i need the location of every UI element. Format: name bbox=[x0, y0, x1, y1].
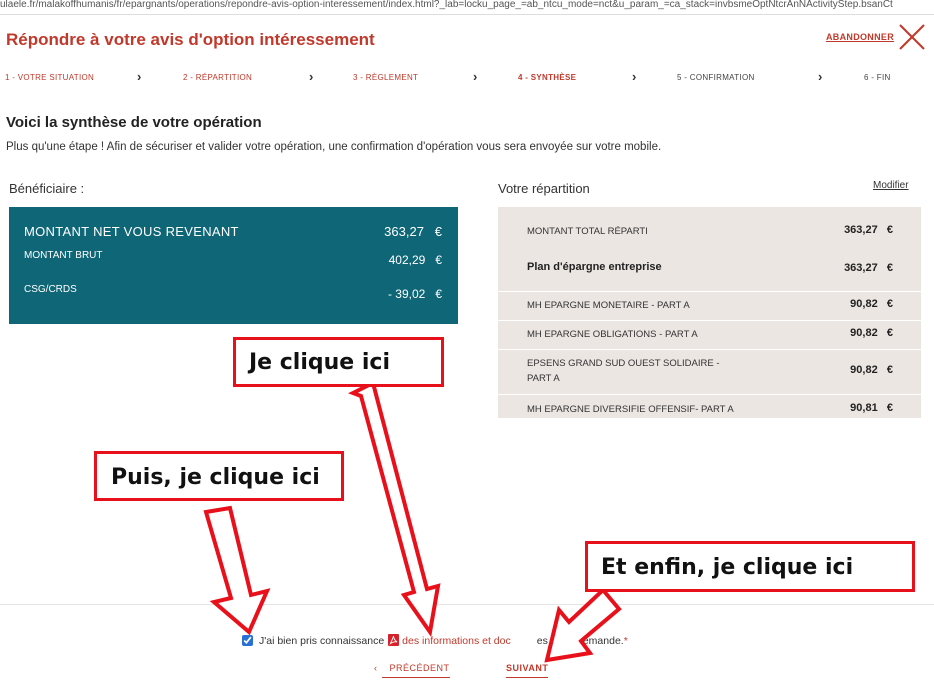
step-4: 4 - SYNTHÈSE bbox=[518, 73, 577, 82]
divider bbox=[0, 604, 934, 605]
repartition-label: Votre répartition bbox=[498, 181, 590, 196]
previous-button[interactable]: ‹ PRÉCÉDENT bbox=[374, 663, 450, 678]
plan-value: 363,27 € bbox=[844, 262, 893, 274]
fund-name: MH EPARGNE MONETAIRE - PART A bbox=[527, 300, 690, 311]
step-2: 2 - RÉPARTITION bbox=[183, 73, 253, 82]
callout-second: Puis, je clique ici bbox=[94, 451, 344, 501]
consent-text: J'ai bien pris connaissance bbox=[259, 635, 385, 647]
arrow-to-checkbox bbox=[203, 505, 271, 636]
fund-name: MH EPARGNE OBLIGATIONS - PART A bbox=[527, 329, 698, 340]
arrow-to-documents-link bbox=[348, 380, 441, 638]
fund-amount: 90,82 € bbox=[850, 364, 893, 376]
fund-name: EPSENS GRAND SUD OUEST SOLIDAIRE - bbox=[527, 358, 720, 369]
stepper: 1 - VOTRE SITUATION › 2 - RÉPARTITION › … bbox=[0, 69, 934, 85]
beneficiary-label: Bénéficiaire : bbox=[9, 181, 85, 196]
gross-amount-label: MONTANT BRUT bbox=[24, 250, 103, 261]
fund-name: MH EPARGNE DIVERSIFIE OFFENSIF- PART A bbox=[527, 404, 734, 415]
repartition-panel: MONTANT TOTAL RÉPARTI 363,27 € Plan d'ép… bbox=[498, 207, 921, 418]
callout-third: Et enfin, je clique ici bbox=[585, 541, 915, 592]
page-title: Répondre à votre avis d'option intéresse… bbox=[6, 30, 375, 49]
chevron-left-icon: ‹ bbox=[374, 663, 378, 673]
step-5: 5 - CONFIRMATION bbox=[677, 73, 755, 82]
chevron-right-icon: › bbox=[137, 69, 142, 84]
chevron-right-icon: › bbox=[632, 69, 637, 84]
csg-label: CSG/CRDS bbox=[24, 284, 77, 295]
section-heading: Voici la synthèse de votre opération bbox=[6, 114, 262, 131]
chevron-right-icon: › bbox=[818, 69, 823, 84]
divider bbox=[0, 14, 934, 15]
net-amount-label: MONTANT NET VOUS REVENANT bbox=[24, 224, 239, 239]
divider bbox=[498, 320, 921, 321]
consent-row: J'ai bien pris connaissance des informat… bbox=[242, 634, 628, 647]
divider bbox=[498, 394, 921, 395]
step-6: 6 - FIN bbox=[864, 73, 891, 82]
beneficiary-panel: MONTANT NET VOUS REVENANT 363,27 € MONTA… bbox=[9, 207, 458, 324]
fund-amount: 90,82 € bbox=[850, 327, 893, 339]
arrow-to-next-button bbox=[544, 587, 622, 663]
csg-value: - 39,02 € bbox=[387, 287, 442, 301]
plan-label: Plan d'épargne entreprise bbox=[527, 261, 662, 273]
close-icon[interactable] bbox=[897, 22, 927, 52]
documents-link[interactable]: des informations et doc bbox=[402, 635, 511, 647]
net-amount-value: 363,27 € bbox=[384, 224, 442, 239]
consent-checkbox[interactable] bbox=[242, 635, 253, 646]
gross-amount-value: 402,29 € bbox=[388, 253, 442, 267]
abandon-link[interactable]: ABANDONNER bbox=[826, 32, 894, 42]
previous-label: PRÉCÉDENT bbox=[381, 663, 450, 678]
callout-first: Je clique ici bbox=[233, 337, 444, 387]
modify-link[interactable]: Modifier bbox=[873, 180, 909, 191]
total-value: 363,27 € bbox=[844, 224, 893, 236]
divider bbox=[498, 349, 921, 350]
consent-text-end: es à ma demande. bbox=[536, 635, 624, 647]
chevron-right-icon: › bbox=[309, 69, 314, 84]
fund-amount: 90,82 € bbox=[850, 298, 893, 310]
fund-amount: 90,81 € bbox=[850, 402, 893, 414]
total-label: MONTANT TOTAL RÉPARTI bbox=[527, 226, 648, 237]
next-button[interactable]: SUIVANT bbox=[506, 663, 549, 678]
step-1: 1 - VOTRE SITUATION bbox=[5, 73, 95, 82]
address-bar[interactable]: ulaele.fr/malakoffhumanis/fr/epargnants/… bbox=[0, 0, 934, 14]
fund-name-line2: PART A bbox=[527, 373, 560, 384]
required-marker: * bbox=[623, 635, 628, 647]
chevron-right-icon: › bbox=[473, 69, 478, 84]
section-subtitle: Plus qu'une étape ! Afin de sécuriser et… bbox=[6, 141, 662, 153]
pdf-icon[interactable] bbox=[388, 634, 400, 646]
step-3: 3 - RÈGLEMENT bbox=[353, 73, 419, 82]
divider bbox=[498, 291, 921, 292]
